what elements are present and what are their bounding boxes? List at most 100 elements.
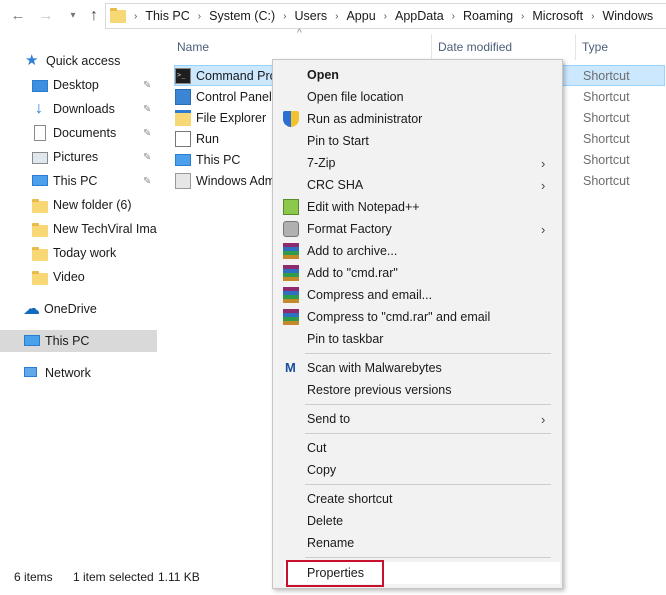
menu-item-label: Delete [307, 514, 344, 528]
menu-item-label: 7-Zip [307, 156, 336, 170]
breadcrumb-item[interactable]: Roaming [463, 9, 513, 23]
sidebar-item-new-folder-6[interactable]: New folder (6) [0, 194, 157, 216]
menu-item-pin-to-start[interactable]: Pin to Start [273, 130, 562, 152]
menu-item-open-file-location[interactable]: Open file location [273, 86, 562, 108]
menu-item-compress-to-cmd-rar-and-email[interactable]: Compress to "cmd.rar" and email [273, 306, 562, 328]
pin-icon[interactable]: ✎ [143, 176, 151, 187]
winrar-icon [283, 309, 299, 325]
sidebar-item-quick-access[interactable]: Quick access [0, 50, 157, 72]
sidebar-item-label: Pictures [53, 150, 99, 164]
up-arrow-icon[interactable]: ↑ [84, 6, 104, 26]
menu-item-open[interactable]: Open [273, 64, 562, 86]
sidebar-item-pictures[interactable]: Pictures ✎ [0, 146, 157, 168]
format-factory-icon [283, 221, 299, 237]
navigation-pane: Quick access Desktop ✎ Downloads ✎ Docum… [0, 32, 157, 562]
file-type: Shortcut [583, 68, 630, 83]
pin-icon[interactable]: ✎ [143, 128, 151, 139]
sidebar-item-label: New TechViral Imag [53, 222, 157, 236]
breadcrumb-item[interactable]: This PC [145, 9, 189, 23]
menu-item-add-to-archive[interactable]: Add to archive... [273, 240, 562, 262]
sidebar-item-label: This PC [53, 174, 98, 188]
menu-item-scan-with-malwarebytes[interactable]: Scan with Malwarebytes [273, 357, 562, 379]
menu-item-label: Pin to Start [307, 134, 369, 148]
menu-item-pin-to-taskbar[interactable]: Pin to taskbar [273, 328, 562, 350]
menu-item-rename[interactable]: Rename [273, 532, 562, 554]
menu-item-crc-sha[interactable]: CRC SHA › [273, 174, 562, 196]
folder-icon [110, 7, 126, 23]
chevron-right-icon[interactable]: › [384, 11, 387, 22]
column-divider[interactable] [431, 34, 432, 60]
menu-item-copy[interactable]: Copy [273, 459, 562, 481]
menu-item-label: Add to "cmd.rar" [307, 266, 398, 280]
menu-separator [305, 353, 551, 354]
sidebar-item-onedrive[interactable]: OneDrive [0, 298, 157, 320]
breadcrumb-item[interactable]: Windows [602, 9, 653, 23]
back-arrow-icon[interactable]: ← [8, 6, 28, 26]
folder-icon [32, 222, 48, 237]
recent-locations-chevron-icon[interactable]: ▾ [63, 6, 83, 26]
menu-item-edit-with-notepad-plus-plus[interactable]: Edit with Notepad++ [273, 196, 562, 218]
menu-item-restore-previous-versions[interactable]: Restore previous versions [273, 379, 562, 401]
status-item-count: 6 items [14, 570, 53, 584]
sidebar-item-network[interactable]: Network [0, 362, 157, 384]
chevron-right-icon: › [541, 221, 546, 237]
menu-item-format-factory[interactable]: Format Factory › [273, 218, 562, 240]
sidebar-item-documents[interactable]: Documents ✎ [0, 122, 157, 144]
column-divider[interactable] [575, 34, 576, 60]
pin-icon[interactable]: ✎ [143, 152, 151, 163]
column-header-name[interactable]: Name [177, 40, 209, 54]
pin-icon[interactable]: ✎ [143, 104, 151, 115]
chevron-right-icon[interactable]: › [134, 11, 137, 22]
breadcrumb-item[interactable]: Microsoft [532, 9, 583, 23]
menu-item-compress-and-email[interactable]: Compress and email... [273, 284, 562, 306]
sidebar-item-this-pc-pinned[interactable]: This PC ✎ [0, 170, 157, 192]
chevron-right-icon[interactable]: › [452, 11, 455, 22]
menu-item-label: CRC SHA [307, 178, 364, 192]
this-pc-icon [175, 153, 191, 166]
winrar-icon [283, 243, 299, 259]
sidebar-item-desktop[interactable]: Desktop ✎ [0, 74, 157, 96]
chevron-right-icon[interactable]: › [198, 11, 201, 22]
menu-item-label: Compress to "cmd.rar" and email [307, 310, 491, 324]
pin-icon[interactable]: ✎ [143, 80, 151, 91]
sidebar-item-label: This PC [45, 334, 90, 348]
chevron-right-icon[interactable]: › [335, 11, 338, 22]
desktop-icon [32, 80, 48, 92]
column-header-type[interactable]: Type [582, 40, 608, 54]
file-type: Shortcut [583, 152, 630, 167]
menu-item-create-shortcut[interactable]: Create shortcut [273, 488, 562, 510]
file-explorer-icon [175, 109, 191, 126]
sidebar-item-label: Today work [53, 246, 117, 260]
sidebar-item-downloads[interactable]: Downloads ✎ [0, 98, 157, 120]
breadcrumb-item[interactable]: Appu [346, 9, 375, 23]
sidebar-item-video[interactable]: Video [0, 266, 157, 288]
run-icon [175, 130, 191, 147]
chevron-right-icon[interactable]: › [521, 11, 524, 22]
sidebar-item-today-work[interactable]: Today work [0, 242, 157, 264]
menu-item-label: Compress and email... [307, 288, 433, 302]
chevron-right-icon[interactable]: › [591, 11, 594, 22]
sidebar-item-new-techviral-images[interactable]: New TechViral Imag [0, 218, 157, 240]
menu-item-label: Pin to taskbar [307, 332, 384, 346]
menu-separator [305, 557, 551, 558]
menu-item-label: Rename [307, 536, 355, 550]
menu-item-cut[interactable]: Cut [273, 437, 562, 459]
menu-item-send-to[interactable]: Send to › [273, 408, 562, 430]
menu-item-add-to-cmd-rar[interactable]: Add to "cmd.rar" [273, 262, 562, 284]
breadcrumb-item[interactable]: AppData [395, 9, 444, 23]
forward-arrow-icon[interactable]: → [36, 6, 56, 26]
menu-item-run-as-administrator[interactable]: Run as administrator [273, 108, 562, 130]
menu-item-label: Copy [307, 463, 337, 477]
menu-item-7zip[interactable]: 7-Zip › [273, 152, 562, 174]
menu-item-delete[interactable]: Delete [273, 510, 562, 532]
status-selection: 1 item selected [73, 570, 154, 584]
chevron-right-icon[interactable]: › [283, 11, 286, 22]
breadcrumb[interactable]: › This PC › System (C:) › Users › Appu ›… [105, 3, 666, 29]
breadcrumb-item[interactable]: Users [294, 9, 327, 23]
downloads-icon [32, 101, 48, 117]
cloud-icon [23, 301, 39, 317]
breadcrumb-item[interactable]: System (C:) [209, 9, 275, 23]
computer-icon [24, 334, 40, 346]
column-header-date-modified[interactable]: Date modified [438, 40, 512, 54]
sidebar-item-this-pc[interactable]: This PC [0, 330, 157, 352]
